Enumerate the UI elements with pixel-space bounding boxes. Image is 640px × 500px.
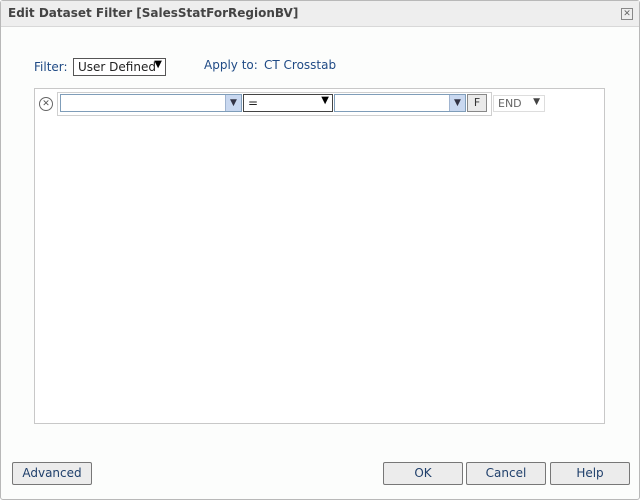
cancel-button[interactable]: Cancel: [466, 462, 546, 485]
chevron-down-icon[interactable]: ▼: [225, 95, 241, 111]
edit-dataset-filter-dialog: Edit Dataset Filter [SalesStatForRegionB…: [0, 0, 640, 500]
remove-condition-icon[interactable]: ✕: [39, 97, 53, 111]
operator-value: =: [248, 96, 259, 110]
operator-select[interactable]: = ▼: [243, 94, 333, 112]
dialog-title: Edit Dataset Filter [SalesStatForRegionB…: [8, 6, 299, 20]
help-button[interactable]: Help: [550, 462, 630, 485]
logic-select[interactable]: END ▼: [493, 95, 545, 112]
chevron-down-icon: ▼: [154, 59, 162, 70]
filter-type-select[interactable]: User Defined ▼: [73, 58, 166, 76]
logic-value: END: [498, 97, 522, 110]
apply-to-label: Apply to:: [204, 58, 258, 72]
apply-to-value: CT Crosstab: [264, 58, 337, 72]
ok-button[interactable]: OK: [383, 462, 463, 485]
field-combo[interactable]: ▼: [60, 94, 242, 112]
advanced-button[interactable]: Advanced: [12, 462, 92, 485]
filter-label: Filter:: [34, 60, 68, 74]
title-bar: Edit Dataset Filter [SalesStatForRegionB…: [1, 1, 639, 27]
chevron-down-icon: ▼: [321, 95, 329, 106]
chevron-down-icon[interactable]: ▼: [449, 95, 465, 111]
value-combo[interactable]: ▼: [334, 94, 466, 112]
chevron-down-icon: ▼: [533, 97, 540, 107]
filter-conditions-panel: [34, 88, 605, 424]
close-icon[interactable]: ✕: [621, 8, 633, 20]
filter-type-value: User Defined: [78, 60, 156, 74]
formula-button[interactable]: F: [467, 94, 487, 112]
